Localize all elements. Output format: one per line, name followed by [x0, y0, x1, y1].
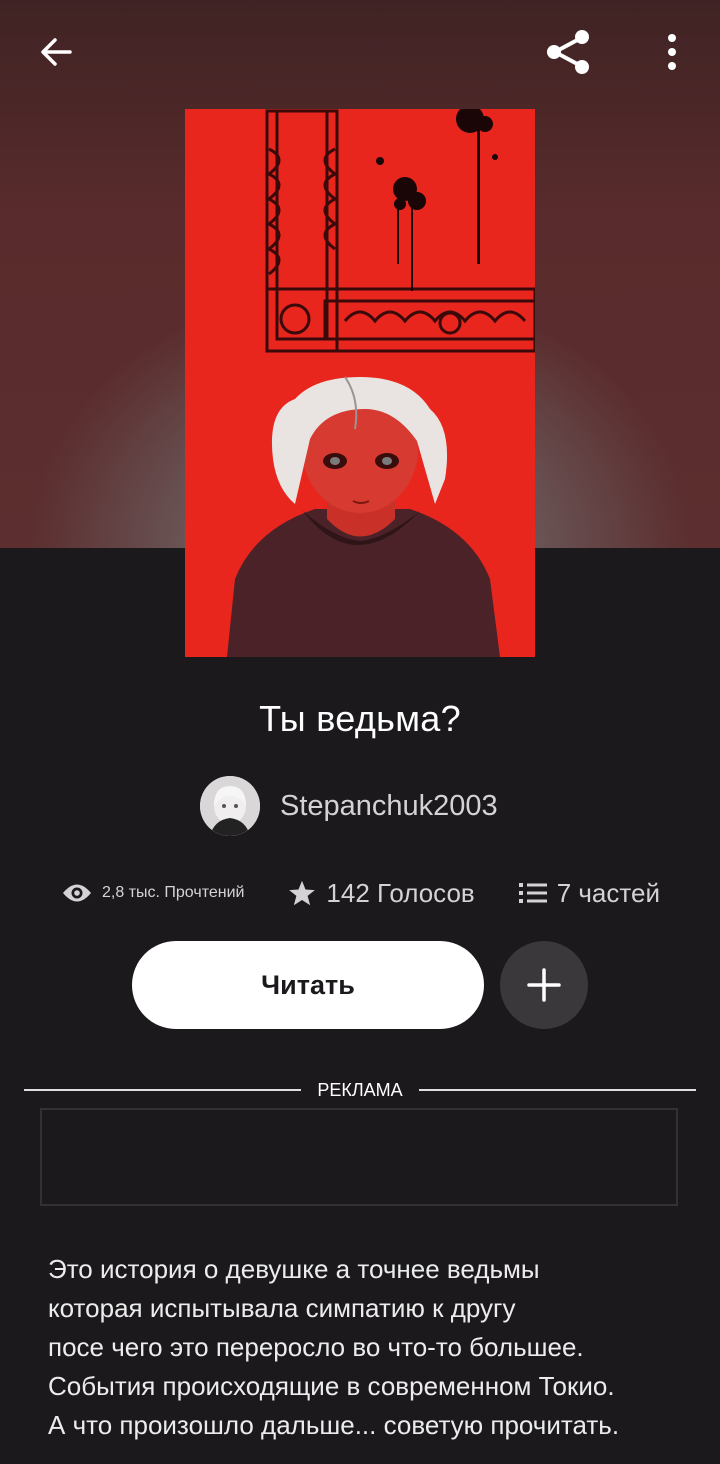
description-line: посе чего это переросло во что-то больше… [48, 1332, 584, 1362]
more-options-button[interactable] [642, 22, 702, 82]
list-icon [518, 883, 547, 903]
star-icon [289, 880, 316, 906]
eye-icon [63, 884, 91, 902]
more-vertical-icon [668, 34, 676, 70]
ad-banner[interactable] [40, 1108, 678, 1206]
story-cover-image[interactable] [185, 109, 535, 657]
parts-count[interactable]: 7 частей [557, 878, 660, 909]
divider [24, 1089, 302, 1091]
description-line: Это история о девушке а точнее ведьмы [48, 1254, 540, 1284]
story-stats: 2,8 тыс. Прочтений 142 Голосов 7 частей [62, 870, 660, 916]
divider [418, 1089, 697, 1091]
read-button[interactable]: Читать [132, 941, 484, 1029]
description-line: События происходящие в современном Токио… [48, 1371, 615, 1401]
reads-count: 2,8 тыс. Прочтений [102, 884, 245, 901]
author-name[interactable]: Stepanchuk2003 [280, 790, 498, 823]
back-button[interactable] [26, 22, 86, 82]
avatar-image [200, 776, 260, 836]
cover-artwork [185, 109, 535, 657]
add-to-library-button[interactable] [500, 941, 588, 1029]
plus-icon [527, 968, 561, 1002]
story-title: Ты ведьма? [259, 698, 461, 739]
ad-label: РЕКЛАМА [317, 1079, 403, 1100]
reads-stat: 2,8 тыс. Прочтений [62, 882, 244, 904]
arrow-left-icon [41, 38, 72, 66]
share-icon [547, 30, 589, 74]
description-line: А что произошло дальше... советую прочит… [48, 1410, 620, 1440]
description-line: которая испытывала симпатию к другу [48, 1293, 516, 1323]
story-description: Это история о девушке а точнее ведьмы ко… [48, 1250, 688, 1445]
ad-header: РЕКЛАМА [24, 1078, 697, 1102]
votes-count: 142 Голосов [326, 877, 475, 908]
parts-stat[interactable]: 7 частей [518, 878, 660, 909]
share-button[interactable] [538, 22, 598, 82]
avatar[interactable] [200, 776, 260, 836]
votes-stat: 142 Голосов [288, 877, 475, 909]
author-link[interactable]: Stepanchuk2003 [200, 776, 498, 836]
